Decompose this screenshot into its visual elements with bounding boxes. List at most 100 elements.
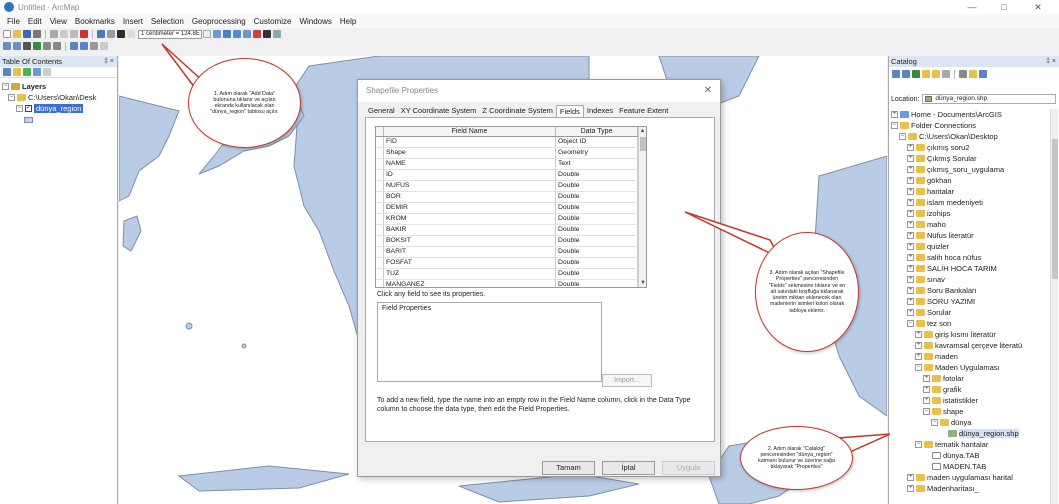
disconnect-folder-icon[interactable] xyxy=(942,70,950,78)
zoom-in-icon[interactable] xyxy=(3,42,11,50)
expand-icon[interactable]: + xyxy=(915,353,922,360)
field-name-cell[interactable]: FOSFAT xyxy=(384,258,556,268)
home-icon[interactable] xyxy=(922,70,930,78)
expand-icon[interactable]: + xyxy=(907,188,914,195)
collapse-icon[interactable]: − xyxy=(915,364,922,371)
expand-icon[interactable]: + xyxy=(907,144,914,151)
row-selector[interactable] xyxy=(376,181,384,191)
field-row[interactable]: ID Double xyxy=(376,170,646,181)
expand-icon[interactable]: + xyxy=(915,342,922,349)
expand-icon[interactable]: + xyxy=(907,166,914,173)
refresh-icon[interactable] xyxy=(979,70,987,78)
delete-icon[interactable] xyxy=(80,30,88,38)
import-button[interactable]: Import... xyxy=(602,374,652,387)
field-row[interactable]: TUZ Double xyxy=(376,269,646,280)
catalog-tree-item[interactable]: + Madenharitası_ xyxy=(891,483,1046,494)
field-row[interactable]: Shape Geometry xyxy=(376,148,646,159)
collapse-icon[interactable]: − xyxy=(923,408,930,415)
row-selector[interactable] xyxy=(376,148,384,158)
scroll-up-icon[interactable]: ▲ xyxy=(639,127,646,135)
tab-general[interactable]: General xyxy=(365,105,398,117)
data-type-cell[interactable]: Double xyxy=(556,280,638,287)
toc-pin-close-icon[interactable]: ‡ × xyxy=(104,56,114,67)
up-folder-icon[interactable] xyxy=(912,70,920,78)
catalog-tree-item[interactable]: + Nüfus literatür xyxy=(891,230,1046,241)
cut-icon[interactable] xyxy=(50,30,58,38)
field-name-cell[interactable]: KROM xyxy=(384,214,556,224)
expand-icon[interactable]: + xyxy=(907,232,914,239)
fields-grid-scrollbar[interactable]: ▲ ▼ xyxy=(638,127,646,287)
catalog-tree-item[interactable]: − shape xyxy=(891,406,1046,417)
menu-help[interactable]: Help xyxy=(336,17,360,26)
field-name-cell[interactable]: DEMIR xyxy=(384,203,556,213)
catalog-window-icon[interactable] xyxy=(233,30,241,38)
field-name-cell[interactable]: BAKIR xyxy=(384,225,556,235)
catalog-pin-close-icon[interactable]: ‡ × xyxy=(1046,56,1056,67)
data-type-cell[interactable]: Double xyxy=(556,247,638,257)
toc-options-icon[interactable] xyxy=(43,68,51,76)
data-type-cell[interactable]: Double xyxy=(556,269,638,279)
catalog-tree-item[interactable]: + haritalar xyxy=(891,186,1046,197)
undo-icon[interactable] xyxy=(97,30,105,38)
field-row[interactable]: BARIT Double xyxy=(376,247,646,258)
field-name-cell[interactable]: BARIT xyxy=(384,247,556,257)
select-features-icon[interactable] xyxy=(90,42,98,50)
row-selector[interactable] xyxy=(376,159,384,169)
catalog-tree-item[interactable]: + çıkmış_soru_uygulama xyxy=(891,164,1046,175)
expand-icon[interactable]: + xyxy=(907,155,914,162)
scroll-down-icon[interactable]: ▼ xyxy=(639,279,646,287)
expand-icon[interactable]: + xyxy=(923,375,930,382)
toc-layers-row[interactable]: − Layers xyxy=(2,81,115,92)
field-name-cell[interactable]: FID xyxy=(384,137,556,147)
menu-edit[interactable]: Edit xyxy=(24,17,46,26)
row-selector[interactable] xyxy=(376,170,384,180)
forward-extent-icon[interactable] xyxy=(80,42,88,50)
tab-z-coordinate-system[interactable]: Z Coordinate System xyxy=(479,105,555,117)
data-type-cell[interactable]: Double xyxy=(556,192,638,202)
expand-icon[interactable]: + xyxy=(923,386,930,393)
fields-grid-scroll-thumb[interactable] xyxy=(640,137,646,151)
expand-icon[interactable]: + xyxy=(907,177,914,184)
fixed-zoom-out-icon[interactable] xyxy=(53,42,61,50)
paste-icon[interactable] xyxy=(70,30,78,38)
field-name-cell[interactable]: BOR xyxy=(384,192,556,202)
catalog-tree-item[interactable]: − C:\Users\Okan\Desktop xyxy=(891,131,1046,142)
expand-icon[interactable]: + xyxy=(907,221,914,228)
field-name-cell[interactable]: ID xyxy=(384,170,556,180)
field-name-cell[interactable]: TUZ xyxy=(384,269,556,279)
catalog-tree-item[interactable]: + fotolar xyxy=(891,373,1046,384)
field-row[interactable]: FID Object ID xyxy=(376,137,646,148)
tab-xy-coordinate-system[interactable]: XY Coordinate System xyxy=(398,105,480,117)
data-type-cell[interactable]: Text xyxy=(556,159,638,169)
menu-windows[interactable]: Windows xyxy=(295,17,335,26)
field-name-cell[interactable]: BOKSIT xyxy=(384,236,556,246)
apply-button[interactable]: Uygula xyxy=(662,461,715,475)
field-row[interactable]: BOR Double xyxy=(376,192,646,203)
catalog-tree-item[interactable]: + Çıkmış Sorular xyxy=(891,153,1046,164)
python-window-icon[interactable] xyxy=(263,30,271,38)
field-row[interactable]: BAKIR Double xyxy=(376,225,646,236)
back-icon[interactable] xyxy=(892,70,900,78)
expand-icon[interactable]: + xyxy=(907,309,914,316)
catalog-tree-item[interactable]: + SALİH HOCA TARIM xyxy=(891,263,1046,274)
minimize-button[interactable]: — xyxy=(958,0,986,14)
catalog-tree-item[interactable]: dünya_region.shp xyxy=(891,428,1046,439)
field-row[interactable]: DEMIR Double xyxy=(376,203,646,214)
field-name-cell[interactable]: MANGANEZ xyxy=(384,280,556,287)
catalog-tree-item[interactable]: − dünya xyxy=(891,417,1046,428)
dropdown-icon[interactable] xyxy=(127,30,135,38)
collapse-icon[interactable]: − xyxy=(907,320,914,327)
menu-insert[interactable]: Insert xyxy=(119,17,147,26)
row-selector[interactable] xyxy=(376,247,384,257)
menu-view[interactable]: View xyxy=(46,17,71,26)
menu-file[interactable]: File xyxy=(3,17,24,26)
add-data-icon[interactable] xyxy=(117,30,125,38)
collapse-icon[interactable]: − xyxy=(8,94,15,101)
expand-icon[interactable]: + xyxy=(907,276,914,283)
pan-icon[interactable] xyxy=(23,42,31,50)
collapse-icon[interactable]: − xyxy=(2,83,9,90)
row-selector[interactable] xyxy=(376,137,384,147)
map-scale-input[interactable]: 1 centimeter = 124.8E xyxy=(138,29,202,39)
row-selector[interactable] xyxy=(376,203,384,213)
data-type-cell[interactable]: Geometry xyxy=(556,148,638,158)
